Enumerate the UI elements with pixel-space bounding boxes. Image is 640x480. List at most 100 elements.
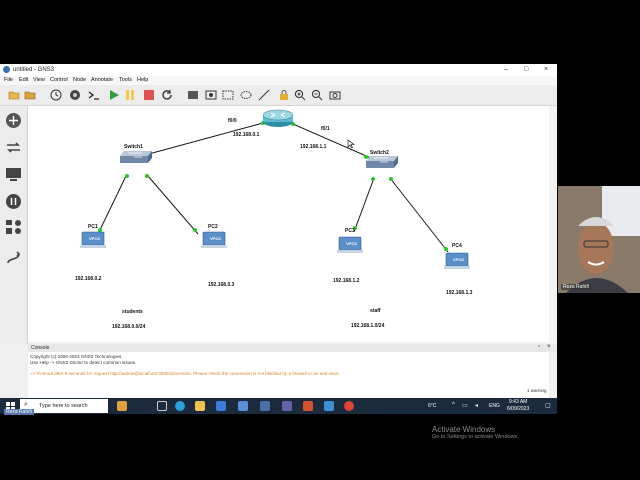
security-icon[interactable] [5, 193, 22, 210]
menu-annotate[interactable]: Annotate [91, 77, 113, 83]
task-view-icon[interactable] [157, 401, 167, 411]
links-layer [80, 109, 470, 269]
webcam-feed [558, 186, 640, 293]
end-device-icon[interactable] [5, 166, 22, 183]
link-switch2-pc4[interactable] [389, 177, 449, 253]
link-switch2-pc3[interactable] [353, 177, 375, 233]
switch2-label: Switch2 [370, 150, 389, 156]
mail-icon[interactable] [216, 401, 226, 411]
minimize-button[interactable]: – [504, 66, 508, 73]
pc4-vpcs-label: VPCS [453, 257, 464, 262]
switch2-icon[interactable] [366, 156, 398, 168]
edge-icon[interactable] [175, 401, 185, 411]
pc4-label: PC4 [452, 243, 462, 249]
chevron-up-icon[interactable]: ^ [452, 402, 455, 408]
taskbar: ⌕ Type here to search 6°C ^ ▭ ◂ ENG 9:43… [0, 398, 557, 414]
ellipse-icon[interactable] [240, 89, 252, 101]
menu-help[interactable]: Help [137, 77, 148, 83]
pc3-vpcs-label: VPCS [346, 241, 357, 246]
rectangle-icon[interactable] [222, 89, 234, 101]
network-icon[interactable]: ▭ [462, 402, 468, 409]
teams-icon[interactable] [282, 401, 292, 411]
gns3-taskbar-icon[interactable] [260, 401, 270, 411]
image-icon[interactable] [205, 89, 217, 101]
language-indicator[interactable]: ENG [489, 403, 500, 409]
menu-view[interactable]: View [33, 77, 45, 83]
notification-icon[interactable]: ▢ [545, 402, 551, 409]
interface-label-f0-0: f0/0 [228, 118, 237, 124]
link-icon[interactable] [5, 249, 22, 266]
folder-icon[interactable] [8, 89, 20, 101]
link-switch1-pc2[interactable] [147, 175, 199, 235]
clock-icon[interactable] [50, 89, 62, 101]
all-devices-icon[interactable] [5, 219, 22, 236]
activate-subtitle: Go to Settings to activate Windows. [432, 434, 519, 440]
menu-node[interactable]: Node [73, 77, 86, 83]
canvas-scrollbar[interactable] [549, 106, 557, 342]
menu-file[interactable]: File [4, 77, 13, 83]
store-icon[interactable] [238, 401, 248, 411]
console-panel[interactable]: Copyright (c) 2006-2023 GNS3 Technologie… [28, 352, 549, 398]
terminal-icon[interactable] [69, 89, 81, 101]
console-close-icon[interactable]: × [547, 344, 551, 350]
pc4-ip: 192.168.1.3 [446, 290, 473, 296]
console-float-icon[interactable]: ▫ [538, 344, 540, 350]
chrome-icon[interactable] [344, 401, 354, 411]
title-bar: untitled - GNS3 – □ × [0, 64, 557, 76]
console-title: Console [31, 345, 50, 351]
weather-text[interactable]: 6°C [428, 403, 436, 409]
camera-icon[interactable] [329, 89, 341, 101]
menu-tools[interactable]: Tools [119, 77, 132, 83]
file-explorer-icon[interactable] [195, 401, 205, 411]
maximize-button[interactable]: □ [524, 66, 528, 73]
switch1-label: Switch1 [124, 144, 143, 150]
app-icon[interactable] [324, 401, 334, 411]
webcam-name-label: Reza Rahifi [561, 284, 591, 290]
widget-icon[interactable] [117, 401, 127, 411]
line-icon[interactable] [258, 89, 270, 101]
link-router-switch1[interactable] [133, 122, 264, 159]
pc1-label: PC1 [88, 224, 98, 230]
switch1-icon[interactable] [120, 151, 152, 163]
router-icon[interactable] [262, 109, 294, 127]
menu-edit[interactable]: Edit [19, 77, 28, 83]
pc2-label: PC2 [208, 224, 218, 230]
activate-windows-watermark: Activate Windows Go to Settings to activ… [432, 425, 519, 440]
note-icon[interactable] [187, 89, 199, 101]
presenter-image [566, 217, 628, 293]
powerpoint-icon[interactable] [303, 401, 313, 411]
pause-icon[interactable] [124, 89, 136, 101]
zoom-out-icon[interactable] [311, 89, 323, 101]
overlay-name-label: Reza Rahifi [4, 409, 34, 415]
prompt-icon[interactable] [88, 89, 100, 101]
console-line-help: Use Help -> GNS3 Doctor to detect common… [30, 360, 137, 365]
group-left-network: 192.168.0.0/24 [112, 324, 146, 330]
clock-time[interactable]: 9:43 AM [509, 399, 527, 405]
lock-icon[interactable] [278, 89, 290, 101]
start-icon[interactable] [108, 89, 120, 101]
zoom-in-icon[interactable] [294, 89, 306, 101]
warning-count[interactable]: 1 warning [527, 388, 547, 393]
reload-icon[interactable] [161, 89, 173, 101]
router-ip-right: 192.168.1.1 [300, 144, 327, 150]
close-button[interactable]: × [544, 66, 548, 73]
pc3-ip: 192.168.1.2 [333, 278, 360, 284]
clock-date[interactable]: 6/09/2023 [507, 406, 529, 412]
link-switch1-pc1[interactable] [97, 175, 127, 235]
router-browse-icon[interactable] [5, 112, 22, 129]
console-line-timeout: => Timeout after 5 seconds for request h… [30, 371, 340, 376]
open-icon[interactable] [24, 89, 36, 101]
gns3-window: untitled - GNS3 – □ × File Edit View Con… [0, 64, 557, 440]
stop-icon[interactable] [143, 89, 155, 101]
pc2-vpcs-label: VPCS [210, 236, 221, 241]
search-icon: ⌕ [24, 401, 28, 408]
window-title: untitled - GNS3 [13, 67, 55, 73]
group-right-network: 192.168.1.0/24 [351, 323, 385, 329]
group-right-name: staff [370, 308, 381, 314]
menu-control[interactable]: Control [50, 77, 68, 83]
port-status-dots [98, 121, 448, 251]
switch-browse-icon[interactable] [5, 139, 22, 156]
volume-icon[interactable]: ◂ [475, 402, 478, 409]
interface-label-f0-1: f0/1 [321, 126, 330, 132]
topology-canvas[interactable]: VPCS VPCS VPCS VPCS f0/0 192.168.0.1 f0/… [28, 106, 549, 342]
